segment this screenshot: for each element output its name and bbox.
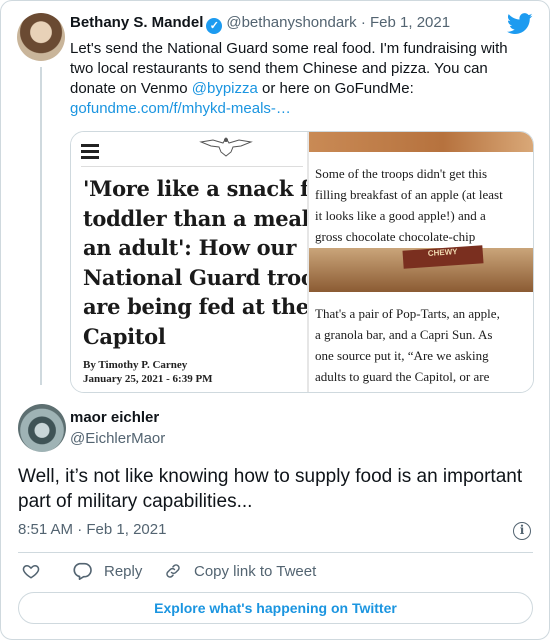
heart-icon — [22, 564, 40, 579]
food-photo-middle: CHEWY — [309, 245, 533, 292]
eagle-logo-icon — [199, 137, 253, 157]
copy-link-label: Copy link to Tweet — [194, 562, 317, 580]
verified-badge-icon: ✓ — [206, 18, 223, 34]
tweet-card: Bethany S. Mandel ✓ @bethanyshondark · Feb… — [0, 0, 550, 640]
tweet-timestamp[interactable]: 8:51 AM · Feb 1, 2021 — [18, 521, 166, 538]
thread-line — [40, 67, 42, 385]
actions-divider — [18, 552, 533, 553]
granola-wrapper-text: CHEWY — [402, 245, 484, 269]
header-rule — [81, 166, 303, 167]
article-byline: By Timothy P. Carney January 25, 2021 - … — [83, 358, 213, 386]
reply-label: Reply — [104, 562, 143, 580]
quoted-tweet-header: Bethany S. Mandel ✓ @bethanyshondark · Feb… — [70, 14, 450, 34]
quoted-tweet-date[interactable]: Feb 1, 2021 — [370, 14, 450, 31]
quoted-tweet-text: Let's send the National Guard some real … — [70, 40, 508, 117]
food-photo-top — [309, 132, 533, 152]
like-button[interactable] — [22, 562, 40, 580]
info-icon[interactable]: i — [513, 522, 531, 540]
header-separator: · — [360, 14, 366, 31]
quoted-author-avatar[interactable] — [17, 13, 65, 61]
explore-button[interactable]: Explore what's happening on Twitter — [18, 592, 533, 624]
quoted-author-name[interactable]: Bethany S. Mandel — [70, 14, 203, 31]
author-avatar[interactable] — [18, 404, 66, 452]
article-preview-image[interactable]: 'More like a snack f toddler than a meal… — [70, 131, 534, 393]
timestamp-separator: · — [77, 521, 83, 538]
article-headline: 'More like a snack f toddler than a meal… — [83, 176, 307, 349]
quoted-author-handle[interactable]: @bethanyshondark — [226, 14, 356, 31]
reply-button[interactable]: Reply — [72, 562, 142, 580]
tweet-text: Well, it’s not like knowing how to suppl… — [18, 466, 523, 512]
tweet-time: 8:51 AM — [18, 521, 74, 538]
copy-link-button[interactable]: Copy link to Tweet — [164, 562, 316, 580]
twitter-logo-icon[interactable] — [507, 13, 533, 35]
reply-icon — [73, 562, 92, 580]
author-name[interactable]: maor eichler — [70, 409, 159, 426]
article-screenshot-left: 'More like a snack f toddler than a meal… — [71, 132, 307, 392]
article-date: January 25, 2021 - 6:39 PM — [83, 373, 213, 385]
article-screenshot-right: Some of the troops didn't get this filli… — [309, 132, 533, 392]
tweet-date: Feb 1, 2021 — [86, 521, 167, 538]
article-paragraph-2: That's a pair of Pop-Tarts, an apple, a … — [315, 306, 500, 384]
hamburger-menu-icon — [81, 144, 99, 162]
link-icon — [166, 564, 180, 578]
article-author: By Timothy P. Carney — [83, 359, 188, 371]
gofundme-link[interactable]: gofundme.com/f/mhykd-meals-… — [70, 100, 291, 117]
mention-link[interactable]: @bypizza — [192, 80, 258, 97]
author-handle[interactable]: @EichlerMaor — [70, 430, 165, 447]
